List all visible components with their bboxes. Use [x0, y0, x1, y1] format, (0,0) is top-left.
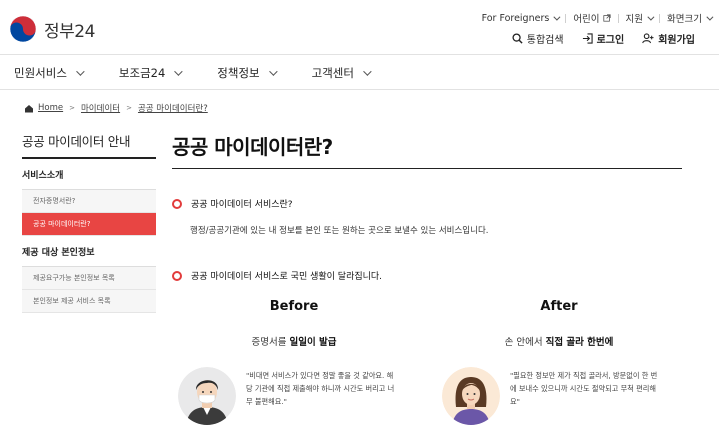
kids-label: 어린이: [573, 14, 600, 25]
signup-label: 회원가입: [658, 35, 695, 46]
section-heading-service: 공공 마이데이터 서비스란?: [172, 197, 293, 210]
for-foreigners-menu[interactable]: For Foreigners: [481, 12, 561, 24]
nav-item-label: 민원서비스: [14, 65, 67, 80]
signup-button[interactable]: 회원가입: [642, 31, 695, 46]
divider: [617, 13, 619, 23]
login-label: 로그인: [596, 35, 625, 46]
quote-line: 에 보내수 있으니까 시간도 절약되고 무척 편리해: [510, 384, 656, 393]
side-item-e-certificate[interactable]: 전자증명서란?: [22, 190, 156, 213]
before-sub-bold: 일일이 발급: [289, 337, 337, 348]
nav-item-policy[interactable]: 정책정보: [217, 65, 278, 81]
side-item-requestable-info-list[interactable]: 제공요구가능 본인정보 목록: [22, 267, 156, 290]
header: 정부24 For Foreigners 어린이 지원 화면크기 통합검색 로그인…: [0, 0, 719, 55]
divider: [565, 13, 567, 23]
section-title: 공공 마이데이터 서비스란?: [191, 200, 293, 210]
man-avatar: [178, 367, 236, 425]
divider: [659, 13, 661, 23]
breadcrumb-mydata-link[interactable]: 마이데이터: [81, 102, 120, 114]
chevron-down-icon: [647, 13, 655, 21]
after-sub-bold: 직접 골라 한번에: [545, 337, 614, 348]
for-foreigners-label: For Foreigners: [481, 12, 550, 24]
header-actions: 통합검색 로그인 회원가입: [494, 31, 695, 46]
section-title: 공공 마이데이터 서비스로 국민 생활이 달라집니다.: [191, 272, 383, 282]
taeguk-logo-icon: [9, 15, 37, 43]
quote-line: "필요한 정보만 제가 직접 골라서, 방문없이 한 번: [510, 371, 658, 380]
quote-line: "비대면 서비스가 있다면 정말 좋을 것 같아요. 해: [246, 371, 394, 380]
support-menu[interactable]: 지원: [625, 11, 655, 25]
quote-line: 당 기관에 직접 제출해야 하니까 시간도 버리고 너: [246, 384, 395, 393]
chevron-down-icon: [76, 66, 85, 76]
after-sub-text: 손 안에서: [504, 337, 546, 348]
side-menu: 공공 마이데이터 안내 서비스소개 전자증명서란? 공공 마이데이터란? 제공 …: [22, 131, 156, 313]
login-icon: [582, 33, 593, 44]
before-subheading: 증명서를 일일이 발급: [204, 334, 384, 348]
breadcrumb: Home > 마이데이터 > 공공 마이데이터란?: [24, 102, 208, 114]
chevron-down-icon: [268, 66, 278, 76]
logo-text: 정부24: [44, 21, 95, 42]
man-avatar-icon: [178, 367, 236, 425]
side-item-public-mydata[interactable]: 공공 마이데이터란?: [22, 213, 156, 236]
side-group-service-intro[interactable]: 서비스소개: [22, 159, 156, 190]
chevron-right-icon: >: [69, 104, 75, 112]
after-heading: After: [540, 299, 578, 314]
quote-line: 요": [510, 397, 520, 406]
main-nav: 민원서비스 보조금24 정책정보 고객센터: [0, 56, 719, 90]
kids-link[interactable]: 어린이: [573, 11, 611, 25]
breadcrumb-current-link[interactable]: 공공 마이데이터란?: [138, 102, 208, 114]
chevron-right-icon: >: [126, 104, 132, 112]
nav-item-label: 보조금24: [118, 65, 166, 80]
chevron-down-icon: [553, 13, 561, 21]
search-label: 통합검색: [526, 35, 564, 46]
chevron-down-icon: [174, 66, 183, 76]
nav-item-label: 정책정보: [217, 65, 260, 80]
after-subheading: 손 안에서 직접 골라 한번에: [469, 334, 649, 348]
section-heading-change: 공공 마이데이터 서비스로 국민 생활이 달라집니다.: [172, 269, 382, 282]
bullet-icon: [172, 198, 182, 209]
bullet-icon: [172, 270, 182, 281]
before-quote: "비대면 서비스가 있다면 정말 좋을 것 같아요. 해 당 기관에 직접 제출…: [246, 369, 446, 408]
side-item-provision-service-list[interactable]: 본인정보 제공 서비스 목록: [22, 290, 156, 313]
screen-size-menu[interactable]: 화면크기: [667, 11, 714, 25]
nav-item-subsidy[interactable]: 보조금24: [118, 65, 183, 81]
page-title: 공공 마이데이터란?: [172, 131, 682, 169]
woman-avatar-icon: [442, 367, 500, 425]
external-link-icon: [602, 14, 611, 22]
nav-item-customer-center[interactable]: 고객센터: [311, 65, 372, 81]
breadcrumb-home-link[interactable]: Home: [38, 103, 63, 113]
before-sub-text: 증명서를: [251, 337, 290, 348]
screen-size-label: 화면크기: [667, 14, 702, 25]
support-label: 지원: [625, 14, 644, 25]
utility-links: For Foreigners 어린이 지원 화면크기: [481, 11, 714, 25]
login-button[interactable]: 로그인: [582, 31, 625, 46]
chevron-down-icon: [706, 13, 714, 21]
after-quote: "필요한 정보만 제가 직접 골라서, 방문없이 한 번 에 보내수 있으니까 …: [510, 369, 690, 408]
side-menu-title: 공공 마이데이터 안내: [22, 131, 156, 159]
nav-item-label: 고객센터: [311, 65, 354, 80]
user-add-icon: [642, 33, 654, 44]
search-button[interactable]: 통합검색: [512, 31, 564, 46]
before-heading: Before: [269, 299, 319, 314]
chevron-down-icon: [363, 66, 372, 76]
side-group-provided-info[interactable]: 제공 대상 본인정보: [22, 236, 156, 267]
woman-avatar: [442, 367, 500, 425]
logo[interactable]: 정부24: [8, 14, 95, 44]
home-icon: [25, 104, 33, 112]
nav-item-civil-service[interactable]: 민원서비스: [14, 65, 85, 81]
section-description: 행정/공공기관에 있는 내 정보를 본인 또는 원하는 곳으로 보낼수 있는 서…: [190, 226, 489, 236]
quote-line: 무 불편해요.": [246, 397, 287, 406]
main-content: 공공 마이데이터란? 공공 마이데이터 서비스란? 행정/공공기관에 있는 내 …: [172, 131, 682, 425]
search-icon: [512, 33, 523, 44]
